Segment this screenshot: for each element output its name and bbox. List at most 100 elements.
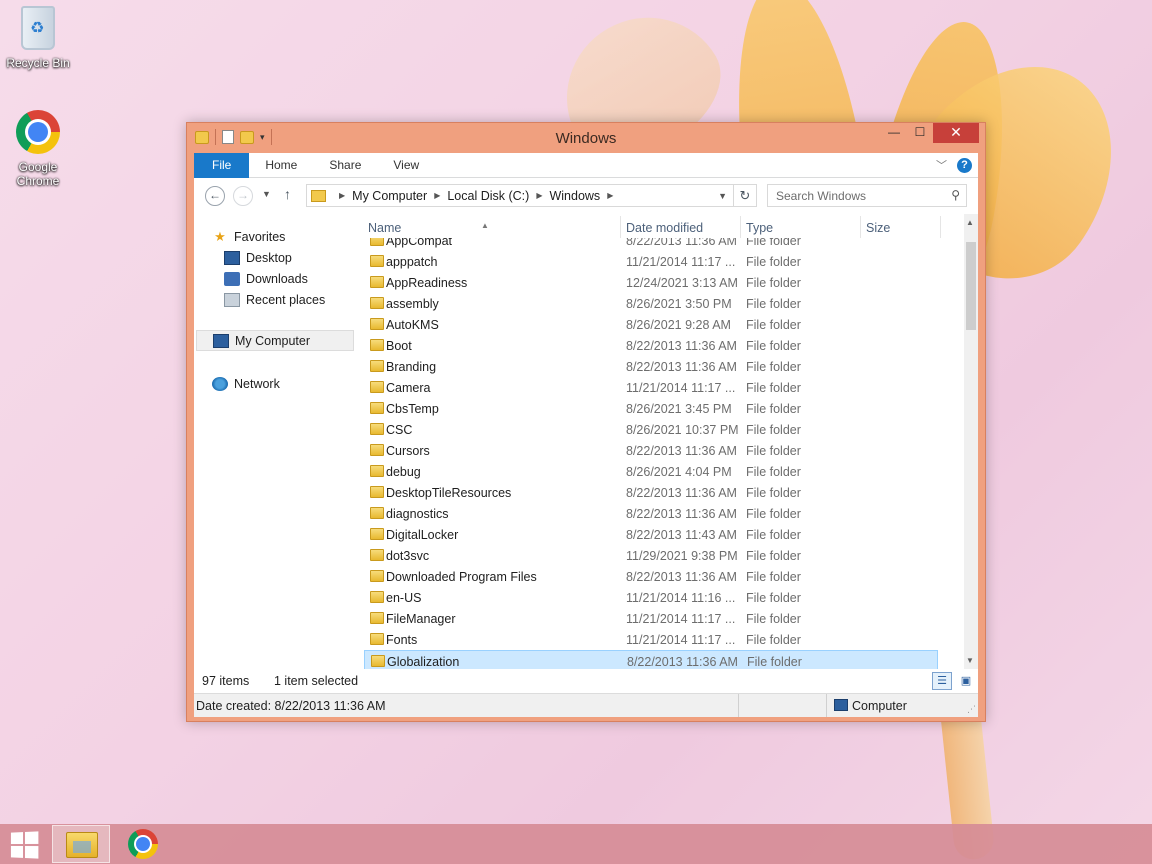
file-type: File folder	[746, 549, 801, 563]
help-icon[interactable]: ?	[957, 157, 972, 173]
details-view-button[interactable]: ☰	[932, 672, 952, 690]
column-divider[interactable]	[740, 216, 741, 238]
breadcrumb-local-disk[interactable]: Local Disk (C:)	[447, 189, 529, 203]
large-icons-view-button[interactable]: ▣	[956, 672, 976, 690]
column-divider[interactable]	[940, 216, 941, 238]
file-name: CSC	[386, 423, 413, 437]
chevron-right-icon[interactable]: ▶	[434, 191, 440, 200]
chevron-right-icon[interactable]: ▶	[607, 191, 613, 200]
table-row[interactable]: debug 8/26/2021 4:04 PM File folder	[364, 461, 938, 482]
divider	[826, 694, 827, 717]
table-row[interactable]: Downloaded Program Files 8/22/2013 11:36 …	[364, 566, 938, 587]
search-input[interactable]: Search Windows ⚲	[767, 184, 967, 207]
file-type: File folder	[746, 465, 801, 479]
search-placeholder: Search Windows	[776, 189, 867, 203]
taskbar-file-explorer[interactable]	[52, 825, 110, 863]
file-date-modified: 11/21/2014 11:17 ...	[626, 633, 736, 647]
column-divider[interactable]	[620, 216, 621, 238]
nav-recent-places[interactable]: Recent places	[224, 289, 382, 310]
table-row[interactable]: AppReadiness 12/24/2021 3:13 AM File folde…	[364, 272, 938, 293]
recent-locations-dropdown-icon[interactable]: ▼	[262, 189, 271, 199]
address-bar[interactable]: ▶ My Computer ▶ Local Disk (C:) ▶ Window…	[306, 184, 734, 207]
folder-icon	[370, 339, 384, 351]
network-icon	[212, 376, 228, 391]
tab-file[interactable]: File	[194, 152, 250, 178]
table-row[interactable]: AutoKMS 8/26/2021 9:28 AM File folder	[364, 314, 938, 335]
file-name: debug	[386, 465, 421, 479]
file-date-modified: 8/26/2021 4:04 PM	[626, 465, 732, 479]
folder-icon	[370, 549, 384, 561]
column-name[interactable]: Name	[368, 221, 401, 235]
maximize-button[interactable]: ☐	[907, 123, 933, 143]
table-row[interactable]: diagnostics 8/22/2013 11:36 AM File folder	[364, 503, 938, 524]
file-type: File folder	[746, 255, 801, 269]
file-date-modified: 8/22/2013 11:36 AM	[626, 486, 737, 500]
expand-ribbon-icon[interactable]: ﹀	[936, 157, 947, 173]
table-row[interactable]: dot3svc 11/29/2021 9:38 PM File folder	[364, 545, 938, 566]
file-type: File folder	[746, 507, 801, 521]
column-size[interactable]: Size	[866, 221, 890, 235]
table-row[interactable]: apppatch 11/21/2014 11:17 ... File folder	[364, 251, 938, 272]
column-divider[interactable]	[860, 216, 861, 238]
date-created: Date created: 8/22/2013 11:36 AM	[196, 699, 386, 713]
file-name: en-US	[386, 591, 422, 605]
file-type: File folder	[746, 570, 801, 584]
table-row[interactable]: Branding 8/22/2013 11:36 AM File folder	[364, 356, 938, 377]
nav-my-computer[interactable]: My Computer	[196, 330, 354, 351]
file-name: assembly	[386, 297, 439, 311]
forward-button[interactable]: →	[233, 186, 253, 206]
minimize-button[interactable]: —	[881, 123, 907, 143]
nav-label: Network	[234, 376, 280, 391]
tab-share[interactable]: Share	[313, 153, 377, 178]
tab-view[interactable]: View	[377, 153, 435, 178]
column-date-modified[interactable]: Date modified	[626, 221, 703, 235]
folder-icon	[370, 381, 384, 393]
title-bar[interactable]: ▾ Windows — ☐ ✕	[187, 123, 985, 153]
column-type[interactable]: Type	[746, 221, 773, 235]
breadcrumb-windows[interactable]: Windows	[549, 189, 600, 203]
start-button[interactable]	[10, 831, 39, 859]
search-icon[interactable]: ⚲	[951, 188, 960, 202]
nav-label: Recent places	[246, 292, 326, 307]
table-row[interactable]: FileManager 11/21/2014 11:17 ... File fold…	[364, 608, 938, 629]
file-date-modified: 8/26/2021 3:45 PM	[626, 402, 732, 416]
desktop-icon-recycle-bin[interactable]: Recycle Bin	[0, 6, 76, 70]
breadcrumb-my-computer[interactable]: My Computer	[352, 189, 427, 203]
nav-downloads[interactable]: Downloads	[224, 268, 382, 289]
table-row[interactable]: CbsTemp 8/26/2021 3:45 PM File folder	[364, 398, 938, 419]
location-label: Computer	[852, 699, 907, 713]
table-row[interactable]: Fonts 11/21/2014 11:17 ... File folder	[364, 629, 938, 650]
desktop-icon	[224, 250, 240, 265]
up-button[interactable]: ↑	[284, 186, 291, 202]
table-row[interactable]: DesktopTileResources 8/22/2013 11:36 AM Fi…	[364, 482, 938, 503]
file-name: Cursors	[386, 444, 430, 458]
address-dropdown-icon[interactable]: ▼	[712, 191, 733, 201]
table-row[interactable]: Camera 11/21/2014 11:17 ... File folder	[364, 377, 938, 398]
table-row[interactable]: en-US 11/21/2014 11:16 ... File folder	[364, 587, 938, 608]
nav-favorites[interactable]: ★ Favorites	[212, 226, 370, 247]
table-row[interactable]: CSC 8/26/2021 10:37 PM File folder	[364, 419, 938, 440]
nav-network[interactable]: Network	[212, 373, 370, 394]
scroll-down-icon[interactable]: ▼	[966, 656, 974, 665]
desktop-icon-chrome[interactable]: Google Chrome	[0, 110, 76, 188]
vertical-scrollbar[interactable]: ▲ ▼	[964, 214, 978, 669]
scroll-up-icon[interactable]: ▲	[966, 218, 974, 227]
refresh-button[interactable]: ↻	[734, 184, 757, 207]
chevron-right-icon[interactable]: ▶	[339, 191, 345, 200]
table-row[interactable]: Boot 8/22/2013 11:36 AM File folder	[364, 335, 938, 356]
nav-desktop[interactable]: Desktop	[224, 247, 382, 268]
table-row[interactable]: DigitalLocker 8/22/2013 11:43 AM File fold…	[364, 524, 938, 545]
file-type: File folder	[747, 655, 802, 669]
table-row[interactable]: Globalization 8/22/2013 11:36 AM File fold…	[364, 650, 938, 669]
taskbar-chrome[interactable]	[128, 829, 158, 859]
close-button[interactable]: ✕	[933, 123, 979, 143]
table-row[interactable]: assembly 8/26/2021 3:50 PM File folder	[364, 293, 938, 314]
folder-icon	[370, 612, 384, 624]
back-button[interactable]: ←	[205, 186, 225, 206]
chevron-right-icon[interactable]: ▶	[536, 191, 542, 200]
file-date-modified: 11/21/2014 11:16 ...	[626, 591, 736, 605]
table-row[interactable]: Cursors 8/22/2013 11:36 AM File folder	[364, 440, 938, 461]
tab-home[interactable]: Home	[249, 153, 313, 178]
resize-grip-icon[interactable]: ⋰	[967, 704, 976, 715]
scrollbar-thumb[interactable]	[966, 242, 976, 330]
